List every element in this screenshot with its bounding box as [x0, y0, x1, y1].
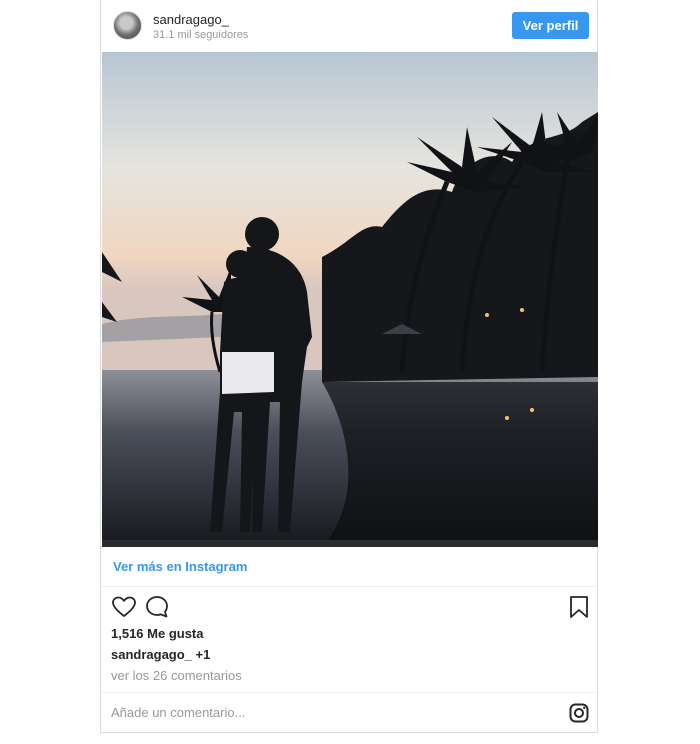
avatar[interactable]: [113, 11, 142, 40]
view-comments-link[interactable]: ver los 26 comentarios: [111, 668, 242, 683]
comment-icon[interactable]: [145, 595, 169, 624]
post-header: sandragago_ 31.1 mil seguidores Ver perf…: [101, 0, 597, 52]
add-comment-field[interactable]: Añade un comentario...: [111, 705, 511, 720]
divider: [101, 586, 597, 587]
username[interactable]: sandragago_: [153, 12, 229, 27]
instagram-embed-card: sandragago_ 31.1 mil seguidores Ver perf…: [100, 0, 598, 733]
instagram-logo-icon[interactable]: [569, 703, 589, 728]
follower-count: 31.1 mil seguidores: [153, 29, 249, 41]
divider: [101, 692, 597, 693]
caption: sandragago_ +1: [111, 647, 210, 662]
caption-username[interactable]: sandragago_: [111, 647, 192, 662]
view-profile-button[interactable]: Ver perfil: [512, 12, 589, 39]
action-bar: [101, 592, 597, 622]
post-photo[interactable]: [102, 52, 598, 547]
heart-icon[interactable]: [112, 596, 136, 623]
bookmark-icon[interactable]: [569, 595, 589, 624]
see-more-on-instagram-link[interactable]: Ver más en Instagram: [113, 559, 247, 574]
caption-text: +1: [195, 647, 211, 662]
like-count[interactable]: 1,516 Me gusta: [111, 626, 204, 641]
